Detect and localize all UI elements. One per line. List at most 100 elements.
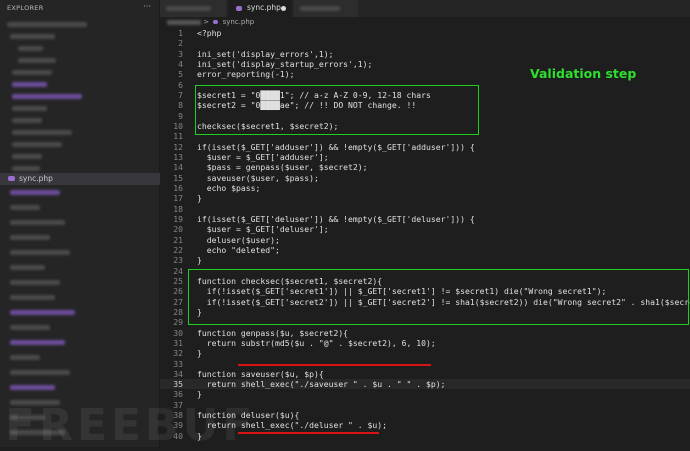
line-number: 1 [178, 28, 183, 38]
file-tree-item[interactable] [10, 370, 70, 375]
code-line[interactable]: 3 ini_set('display_errors',1); [160, 49, 690, 59]
code-line[interactable]: 30 function genpass($u, $secret2){ [160, 328, 690, 338]
tab-redacted[interactable] [160, 0, 226, 17]
file-tree-item[interactable] [10, 220, 65, 225]
validation-highlight-box [195, 85, 479, 135]
breadcrumb-separator: > [203, 18, 210, 26]
line-number: 3 [178, 48, 183, 59]
code-line[interactable]: 16 echo $pass; [160, 183, 690, 193]
code-line[interactable]: 19 if(isset($_GET['deluser']) && !empty($… [160, 214, 690, 224]
code-line[interactable]: 14 $pass = genpass($user, $secret2); [160, 162, 690, 172]
file-tree-item[interactable] [10, 205, 40, 210]
code-line[interactable]: 23} [160, 255, 690, 265]
code-text: deluser($user); [197, 234, 280, 245]
line-number: 13 [173, 151, 183, 162]
line-number: 30 [173, 327, 183, 338]
line-number: 35 [173, 379, 183, 390]
file-tree-item[interactable] [12, 82, 47, 87]
file-tree-item[interactable] [10, 190, 60, 195]
code-line[interactable]: 15 saveuser($user, $pass); [160, 173, 690, 183]
code-line[interactable]: 13 $user = $_GET['adduser']; [160, 152, 690, 162]
code-line[interactable]: 22 echo "deleted"; [160, 245, 690, 255]
code-line[interactable]: 21 deluser($user); [160, 235, 690, 245]
line-number: 32 [173, 348, 183, 359]
file-tree-item[interactable] [12, 106, 47, 111]
file-tree-item[interactable] [7, 22, 87, 27]
code-line[interactable]: 12 if(isset($_GET['adduser']) && !empty($… [160, 142, 690, 152]
file-tree-item[interactable] [10, 355, 40, 360]
code-line[interactable]: 31 return substr(md5($u . "@" . $secret2… [160, 338, 690, 348]
code-text: } [197, 193, 202, 204]
file-tree-item[interactable] [10, 295, 55, 300]
tab-label: sync.php [247, 3, 281, 12]
tab-redacted[interactable] [294, 0, 358, 17]
file-tree-item[interactable] [12, 142, 62, 147]
file-tree-item[interactable] [12, 154, 42, 159]
line-number: 18 [173, 203, 183, 214]
line-number: 26 [173, 286, 183, 297]
watermark: FREEBUF [5, 400, 257, 451]
code-line[interactable]: 35 return shell_exec("./saveuser " . $u … [160, 379, 690, 390]
tab-sync-php[interactable]: sync.php [228, 0, 292, 17]
file-tree-item[interactable] [10, 235, 50, 240]
code-text: return shell_exec("./saveuser " . $u . "… [197, 379, 446, 390]
saveuser-underline [238, 364, 431, 366]
file-tree-item[interactable] [10, 385, 55, 390]
breadcrumb-folder[interactable] [167, 19, 201, 25]
file-tree-item[interactable] [12, 130, 72, 135]
file-tree-item[interactable] [10, 280, 60, 285]
php-file-icon [236, 6, 242, 11]
code-line[interactable]: 1 <?php [160, 28, 690, 38]
code-line[interactable]: 34 function saveuser($u, $p){ [160, 369, 690, 379]
code-line[interactable]: 36} [160, 389, 690, 399]
code-line[interactable]: 20 $user = $_GET['deluser']; [160, 224, 690, 234]
deluser-underline [238, 432, 379, 434]
explorer-title: EXPLORER [7, 4, 44, 12]
breadcrumb-file[interactable]: sync.php [223, 18, 255, 26]
line-number: 24 [173, 265, 183, 276]
file-tree-item[interactable] [18, 46, 43, 51]
code-line[interactable]: 2 [160, 38, 690, 48]
line-number: 10 [173, 120, 183, 131]
file-tree-item[interactable] [18, 58, 56, 63]
line-number: 8 [178, 100, 183, 111]
explorer-sidebar: EXPLORER ··· sync.php [0, 0, 160, 447]
file-tree-item[interactable] [12, 118, 42, 123]
line-number: 4 [178, 58, 183, 69]
tab-bar: sync.php [160, 0, 690, 17]
file-tree-item[interactable] [12, 166, 40, 171]
code-line[interactable]: 17} [160, 193, 690, 203]
code-line[interactable]: 32} [160, 348, 690, 358]
code-text: } [197, 255, 202, 266]
code-line[interactable]: 18 [160, 204, 690, 214]
file-tree-item[interactable] [10, 340, 65, 345]
line-number: 11 [173, 131, 183, 142]
checksec-highlight-box [188, 269, 689, 325]
line-number: 12 [173, 141, 183, 152]
file-tree-item[interactable] [10, 34, 55, 39]
line-number: 17 [173, 193, 183, 204]
code-text: $user = $_GET['deluser']; [197, 224, 329, 235]
line-number: 15 [173, 172, 183, 183]
code-text: $pass = genpass($user, $secret2); [197, 162, 368, 173]
unsaved-dot-icon[interactable] [281, 6, 286, 11]
code-text: $user = $_GET['adduser']; [197, 151, 329, 162]
php-file-icon [8, 176, 15, 181]
line-number: 14 [173, 162, 183, 173]
file-tree-item[interactable] [10, 250, 70, 255]
php-file-icon [213, 20, 219, 24]
file-tree-item[interactable] [12, 94, 82, 99]
file-tree-item[interactable] [10, 310, 75, 315]
file-tree-item[interactable] [10, 265, 45, 270]
line-number: 34 [173, 368, 183, 379]
code-text: return substr(md5($u . "@" . $secret2), … [197, 337, 436, 348]
line-number: 6 [178, 79, 183, 90]
line-number: 5 [178, 69, 183, 80]
line-number: 20 [173, 224, 183, 235]
line-number: 27 [173, 296, 183, 307]
file-tree-item[interactable] [10, 325, 50, 330]
file-tree-item[interactable] [12, 70, 52, 75]
line-number: 28 [173, 306, 183, 317]
more-actions-icon[interactable]: ··· [143, 2, 151, 11]
file-tree-item-sync-php[interactable]: sync.php [0, 173, 160, 185]
